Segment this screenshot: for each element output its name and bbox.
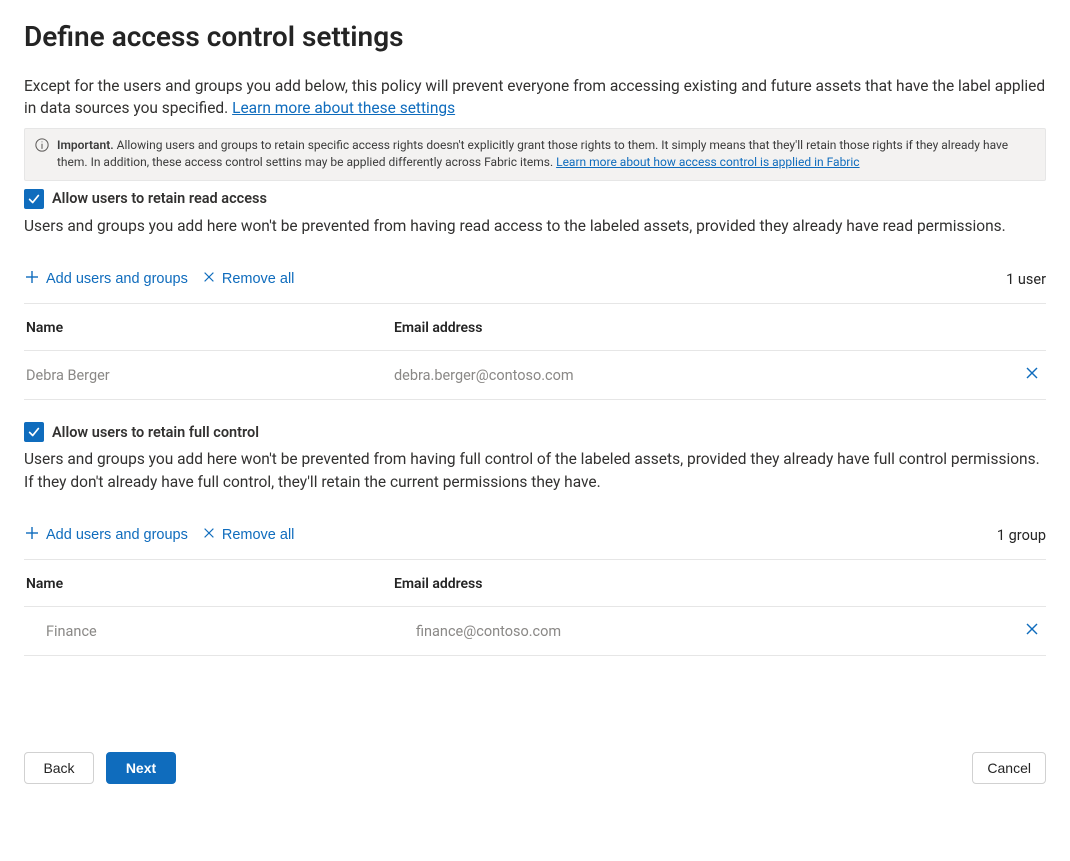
read-table: Name Email address Debra Berger debra.be…	[24, 304, 1046, 400]
next-button[interactable]: Next	[106, 752, 176, 784]
table-row: Finance finance@contoso.com	[24, 607, 1046, 656]
read-access-checkbox[interactable]	[24, 189, 44, 209]
intro-text: Except for the users and groups you add …	[24, 75, 1046, 120]
read-access-description: Users and groups you add here won't be p…	[24, 215, 1046, 237]
footer: Back Next Cancel	[24, 752, 1046, 788]
intro-learn-more-link[interactable]: Learn more about these settings	[232, 99, 455, 117]
info-banner: Important. Allowing users and groups to …	[24, 128, 1046, 181]
read-col-email: Email address	[394, 304, 998, 351]
banner-prefix: Important.	[57, 138, 114, 152]
full-remove-label: Remove all	[222, 527, 295, 543]
read-add-label: Add users and groups	[46, 271, 188, 287]
plus-icon	[24, 269, 40, 289]
full-control-description: Users and groups you add here won't be p…	[24, 448, 1046, 493]
page-title: Define access control settings	[24, 20, 1046, 53]
cell-email: finance@contoso.com	[394, 607, 998, 656]
remove-row-button[interactable]	[1024, 621, 1040, 637]
remove-row-button[interactable]	[1024, 365, 1040, 381]
table-row: Debra Berger debra.berger@contoso.com	[24, 351, 1046, 400]
full-table: Name Email address Finance finance@conto…	[24, 560, 1046, 656]
full-control-checkbox-row: Allow users to retain full control	[24, 422, 1046, 442]
close-icon	[202, 270, 216, 288]
full-count: 1 group	[997, 527, 1046, 544]
full-toolbar: Add users and groups Remove all 1 group	[24, 521, 1046, 560]
plus-icon	[24, 525, 40, 545]
full-col-name: Name	[24, 560, 394, 607]
full-control-checkbox[interactable]	[24, 422, 44, 442]
full-add-label: Add users and groups	[46, 527, 188, 543]
read-add-users-button[interactable]: Add users and groups	[24, 269, 188, 289]
intro-body: Except for the users and groups you add …	[24, 77, 1045, 117]
banner-learn-more-link[interactable]: Learn more about how access control is a…	[556, 155, 859, 169]
cell-name: Finance	[24, 607, 394, 656]
full-col-email: Email address	[394, 560, 998, 607]
read-remove-all-button[interactable]: Remove all	[202, 270, 295, 288]
read-toolbar: Add users and groups Remove all 1 user	[24, 265, 1046, 304]
cell-name: Debra Berger	[24, 351, 394, 400]
back-button[interactable]: Back	[24, 752, 94, 784]
full-remove-all-button[interactable]: Remove all	[202, 526, 295, 544]
cancel-button[interactable]: Cancel	[972, 752, 1046, 784]
read-access-label: Allow users to retain read access	[52, 190, 267, 207]
read-remove-label: Remove all	[222, 271, 295, 287]
close-icon	[202, 526, 216, 544]
read-col-name: Name	[24, 304, 394, 351]
cell-email: debra.berger@contoso.com	[394, 351, 998, 400]
info-icon	[35, 137, 49, 157]
read-access-checkbox-row: Allow users to retain read access	[24, 189, 1046, 209]
banner-text: Allowing users and groups to retain spec…	[57, 138, 1008, 169]
read-count: 1 user	[1006, 271, 1046, 288]
full-control-label: Allow users to retain full control	[52, 424, 259, 441]
full-add-users-button[interactable]: Add users and groups	[24, 525, 188, 545]
